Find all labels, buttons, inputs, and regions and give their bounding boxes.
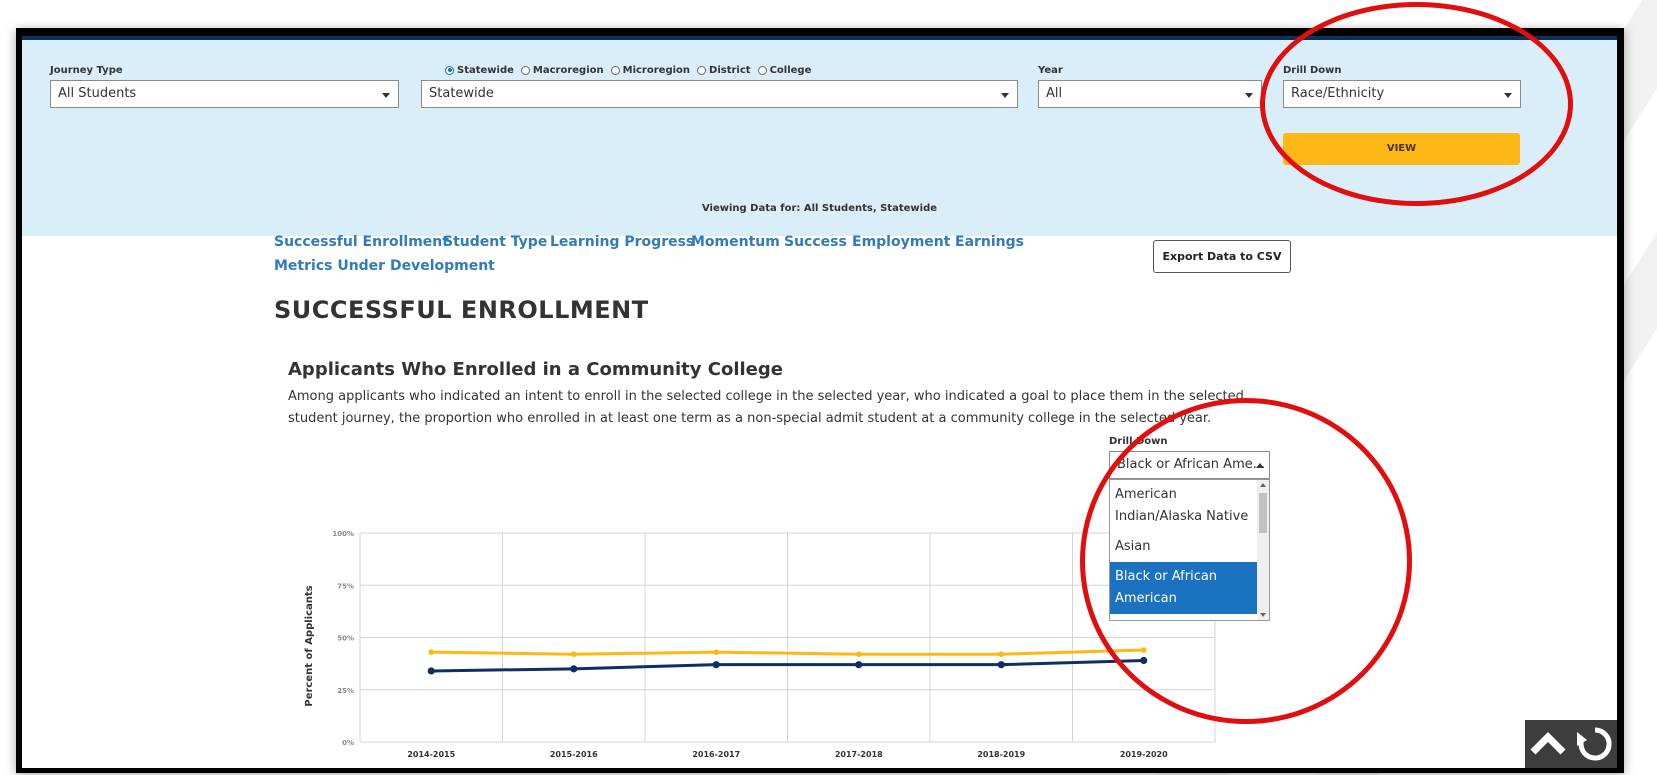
scrollbar-thumb[interactable] — [1259, 493, 1267, 533]
y-axis-label: Percent of Applicants — [304, 585, 315, 706]
series-1-point[interactable] — [570, 665, 578, 673]
series-0-point[interactable] — [998, 651, 1005, 658]
drill-down-select[interactable]: Race/Ethnicity — [1283, 80, 1521, 108]
series-1-point[interactable] — [1140, 656, 1148, 665]
chart-drill-down-select[interactable]: Black or African Ame... — [1109, 451, 1270, 479]
nav-earnings[interactable]: Earnings — [955, 234, 1024, 250]
screenshot-frame: Journey Type All Students Statewide Macr… — [16, 28, 1624, 773]
filter-panel: Journey Type All Students Statewide Macr… — [22, 40, 1617, 236]
journey-type-label: Journey Type — [50, 65, 123, 76]
drill-down-value: Race/Ethnicity — [1291, 86, 1385, 101]
radio-macroregion[interactable]: Macroregion — [520, 65, 604, 76]
year-label: Year — [1038, 65, 1063, 76]
section-title: SUCCESSFUL ENROLLMENT — [274, 296, 649, 324]
nav-learning-progress[interactable]: Learning Progress — [550, 234, 694, 250]
radio-microregion[interactable]: Microregion — [610, 65, 690, 76]
listbox-scrollbar[interactable] — [1257, 480, 1269, 620]
y-tick-label: 25% — [337, 687, 354, 695]
chart-drill-down-value: Black or African Ame... — [1117, 457, 1266, 472]
chevron-down-icon — [1001, 93, 1009, 98]
nav-metrics-under-development[interactable]: Metrics Under Development — [274, 258, 495, 274]
radio-icon — [520, 65, 530, 75]
radio-icon — [610, 65, 620, 75]
radio-icon — [697, 65, 707, 75]
x-tick-label: 2016-2017 — [692, 750, 740, 759]
geography-select[interactable]: Statewide — [421, 80, 1018, 108]
export-csv-button[interactable]: Export Data to CSV — [1153, 240, 1291, 273]
radio-college[interactable]: College — [757, 65, 811, 76]
series-0-point[interactable] — [1140, 647, 1147, 653]
geography-value: Statewide — [429, 86, 494, 101]
app-window: Journey Type All Students Statewide Macr… — [22, 36, 1617, 768]
series-0-point[interactable] — [428, 649, 435, 655]
x-tick-label: 2017-2018 — [835, 750, 883, 759]
radio-district[interactable]: District — [697, 65, 751, 76]
year-select[interactable]: All — [1038, 80, 1262, 108]
option-american-indian-alaska-native[interactable]: American Indian/Alaska Native — [1110, 480, 1269, 532]
chart-title: Applicants Who Enrolled in a Community C… — [288, 359, 783, 380]
series-1-point[interactable] — [427, 667, 435, 675]
x-tick-label: 2014-2015 — [407, 750, 455, 759]
nav-success[interactable]: Success — [784, 234, 847, 250]
chevron-down-icon — [1504, 93, 1512, 98]
scroll-up-arrow-icon[interactable] — [1260, 483, 1266, 487]
viewing-data-text: Viewing Data for: All Students, Statewid… — [701, 203, 938, 214]
refresh-icon[interactable] — [1577, 727, 1612, 761]
chart-drill-down-listbox: American Indian/Alaska Native Asian Blac… — [1109, 479, 1270, 621]
nav-employment[interactable]: Employment — [852, 234, 950, 250]
journey-type-value: All Students — [58, 86, 137, 101]
year-value: All — [1046, 86, 1063, 101]
series-1-point[interactable] — [855, 661, 863, 669]
series-0-point[interactable] — [855, 651, 862, 658]
y-tick-label: 50% — [337, 635, 354, 643]
series-1-point[interactable] — [997, 661, 1005, 669]
journey-type-select[interactable]: All Students — [50, 80, 399, 108]
y-tick-label: 0% — [342, 739, 354, 747]
nav-momentum[interactable]: Momentum — [691, 234, 780, 250]
y-tick-label: 100% — [332, 530, 354, 538]
drill-down-label: Drill Down — [1283, 65, 1342, 76]
y-tick-label: 75% — [337, 582, 354, 590]
x-tick-label: 2018-2019 — [977, 750, 1025, 759]
series-0-point[interactable] — [570, 651, 577, 658]
nav-successful-enrollment[interactable]: Successful Enrollment — [274, 234, 449, 250]
nav-student-type[interactable]: Student Type — [443, 234, 547, 250]
radio-icon — [445, 65, 454, 75]
chevron-down-icon — [1245, 93, 1253, 98]
geography-radio-group: Statewide Macroregion Microregion Distri… — [445, 65, 811, 76]
series-0-point[interactable] — [713, 649, 720, 655]
corner-toolbar — [1525, 720, 1617, 768]
view-button[interactable]: VIEW — [1283, 133, 1520, 165]
chevron-up-icon — [1256, 463, 1264, 468]
x-tick-label: 2015-2016 — [550, 750, 598, 759]
chart-drill-down-label: Drill Down — [1109, 436, 1168, 447]
scroll-down-arrow-icon[interactable] — [1260, 613, 1266, 617]
chart-description: Among applicants who indicated an intent… — [288, 389, 1244, 426]
chevron-up-icon[interactable] — [1530, 732, 1566, 755]
series-1-point[interactable] — [712, 661, 720, 669]
x-tick-label: 2019-2020 — [1120, 750, 1168, 759]
radio-statewide[interactable]: Statewide — [445, 65, 514, 76]
option-asian[interactable]: Asian — [1110, 532, 1269, 562]
option-black-or-african-american[interactable]: Black or African American — [1110, 562, 1257, 614]
chevron-down-icon — [382, 93, 390, 98]
radio-icon — [757, 65, 767, 75]
